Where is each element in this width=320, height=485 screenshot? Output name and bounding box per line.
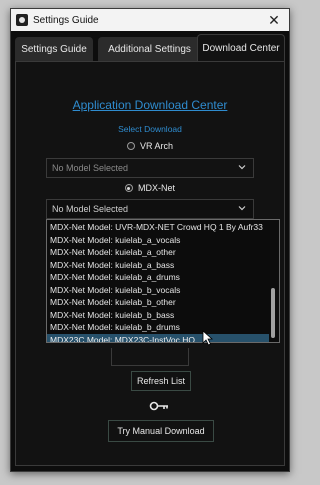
- dropdown-item[interactable]: MDX-Net Model: kuielab_b_drums: [47, 321, 269, 334]
- dropdown-item[interactable]: MDX-Net Model: kuielab_a_other: [47, 246, 269, 259]
- vr-model-select-value: No Model Selected: [52, 163, 129, 173]
- dropdown-item[interactable]: MDX-Net Model: kuielab_a_vocals: [47, 234, 269, 247]
- dropdown-item[interactable]: MDX-Net Model: kuielab_a_drums: [47, 271, 269, 284]
- tab-bar: Settings Guide Additional Settings Downl…: [11, 31, 289, 61]
- vr-arch-radio[interactable]: VR Arch: [16, 141, 284, 151]
- dropdown-item[interactable]: MDX-Net Model: kuielab_b_bass: [47, 309, 269, 322]
- page-title: Application Download Center: [72, 98, 228, 112]
- dropdown-item[interactable]: MDX-Net Model: kuielab_b_vocals: [47, 284, 269, 297]
- mdx-model-select-value: No Model Selected: [52, 204, 129, 214]
- desktop: Settings Guide ✕ Settings Guide Addition…: [0, 0, 300, 485]
- dropdown-item[interactable]: MDX-Net Model: kuielab_a_bass: [47, 259, 269, 272]
- tab-download-center[interactable]: Download Center: [197, 34, 285, 61]
- window-title: Settings Guide: [33, 14, 99, 26]
- chevron-down-icon: [238, 206, 246, 211]
- dropdown-item[interactable]: MDX-Net Model: UVR-MDX-NET Crowd HQ 1 By…: [47, 221, 269, 234]
- dropdown-item[interactable]: MDX23C Model: MDX23C-InstVoc HQ: [47, 333, 269, 342]
- select-download-label: Select Download: [118, 124, 182, 134]
- download-progress-area: [111, 348, 189, 366]
- app-icon: [16, 14, 28, 26]
- key-icon[interactable]: [149, 400, 171, 412]
- close-button[interactable]: ✕: [265, 11, 283, 29]
- try-manual-download-button[interactable]: Try Manual Download: [108, 420, 214, 442]
- mdx-model-select[interactable]: No Model Selected: [46, 199, 254, 219]
- title-bar[interactable]: Settings Guide ✕: [11, 9, 289, 31]
- mdx-net-label: MDX-Net: [137, 183, 175, 193]
- mdx-net-radio[interactable]: MDX-Net: [16, 183, 284, 193]
- vr-arch-label: VR Arch: [139, 141, 173, 151]
- vr-model-select[interactable]: No Model Selected: [46, 158, 254, 178]
- mdx-model-dropdown-list[interactable]: MDX-Net Model: UVR-MDX-NET Crowd HQ 1 By…: [46, 219, 280, 343]
- tab-settings-guide[interactable]: Settings Guide: [15, 37, 93, 61]
- refresh-list-button[interactable]: Refresh List: [131, 371, 191, 391]
- download-center-panel: Application Download Center Select Downl…: [15, 61, 285, 466]
- tab-additional-settings[interactable]: Additional Settings: [98, 37, 201, 61]
- settings-guide-window: Settings Guide ✕ Settings Guide Addition…: [10, 8, 290, 472]
- radio-button-icon[interactable]: [126, 142, 135, 150]
- radio-button-icon[interactable]: [124, 184, 133, 192]
- dropdown-scrollbar[interactable]: [271, 288, 275, 338]
- dropdown-item[interactable]: MDX-Net Model: kuielab_b_other: [47, 296, 269, 309]
- chevron-down-icon: [238, 165, 246, 170]
